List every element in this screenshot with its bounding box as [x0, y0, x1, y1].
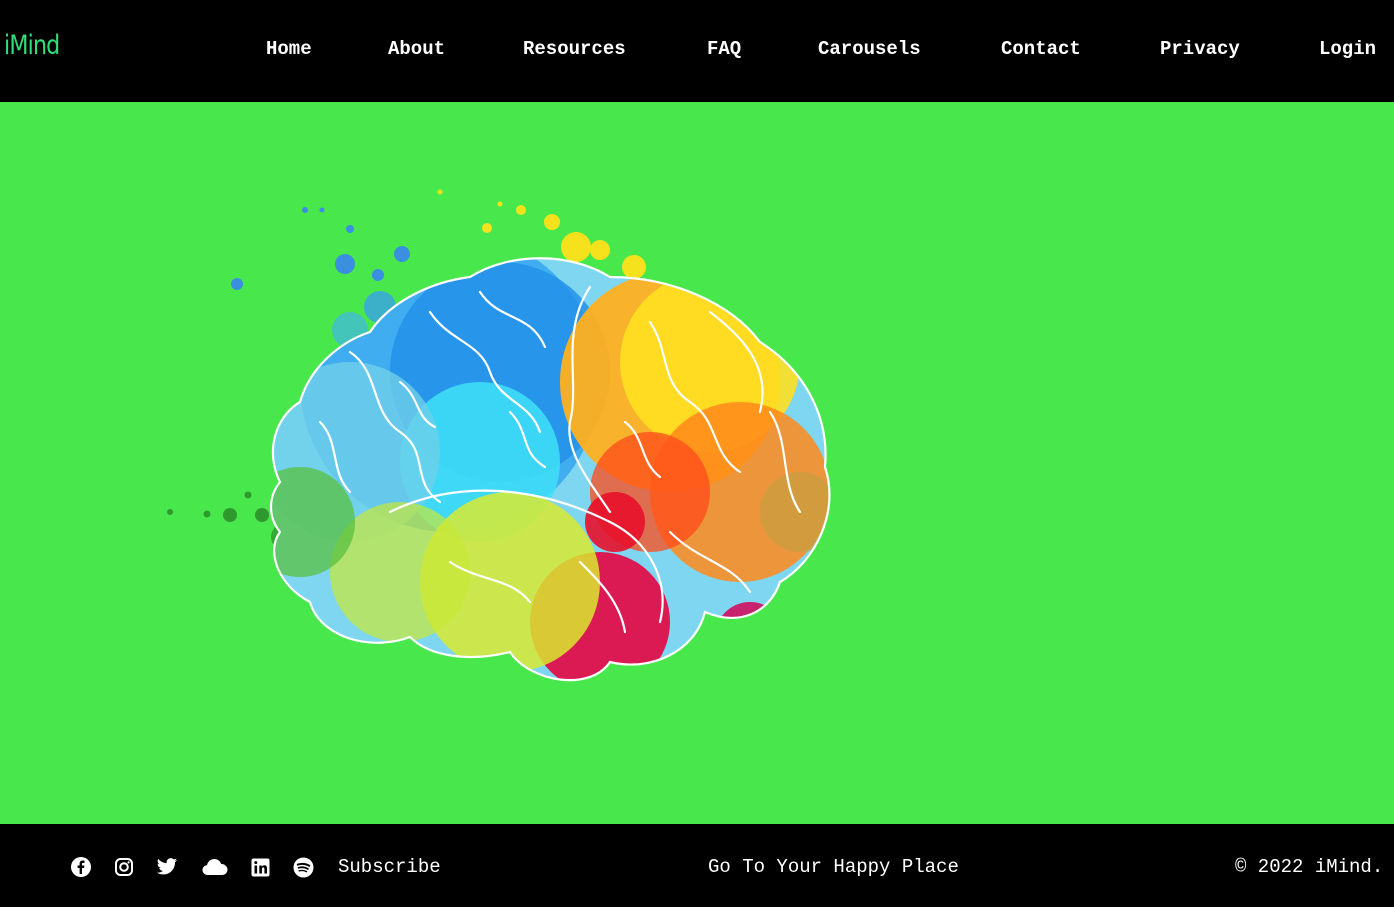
spotify-icon[interactable] — [292, 856, 314, 878]
subscribe-link[interactable]: Subscribe — [338, 856, 441, 878]
nav-about[interactable]: About — [388, 38, 445, 60]
nav-home[interactable]: Home — [266, 38, 312, 60]
footer: Subscribe Go To Your Happy Place © 2022 … — [0, 824, 1394, 907]
nav-faq[interactable]: FAQ — [707, 38, 741, 60]
nav-privacy[interactable]: Privacy — [1160, 38, 1240, 60]
footer-tagline: Go To Your Happy Place — [708, 856, 959, 878]
nav-contact[interactable]: Contact — [1001, 38, 1081, 60]
copyright-text: © 2022 iMind. — [1235, 856, 1384, 878]
nav-resources[interactable]: Resources — [523, 38, 626, 60]
cloud-icon[interactable] — [201, 856, 228, 878]
twitter-icon[interactable] — [156, 856, 178, 878]
instagram-icon[interactable] — [113, 856, 135, 878]
site-logo[interactable]: iMind — [4, 30, 60, 61]
navbar: iMind Home About Resources FAQ Carousels… — [0, 0, 1394, 102]
hero-section — [0, 102, 1394, 824]
facebook-icon[interactable] — [70, 856, 92, 878]
nav-login[interactable]: Login — [1319, 38, 1376, 60]
brain-illustration — [167, 189, 831, 682]
linkedin-icon[interactable] — [249, 856, 271, 878]
nav-carousels[interactable]: Carousels — [818, 38, 921, 60]
